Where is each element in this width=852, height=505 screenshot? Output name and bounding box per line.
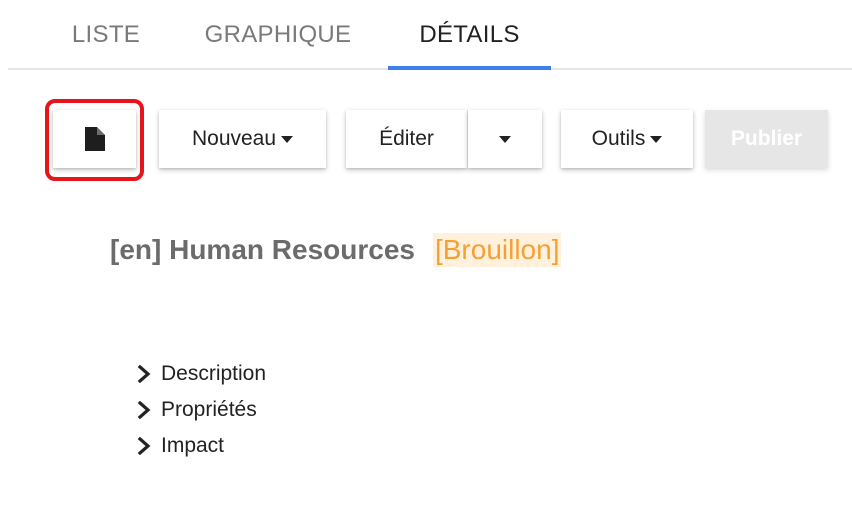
title-line: [en] Human Resources [Brouillon]	[110, 228, 562, 272]
publish-button[interactable]: Publier	[705, 110, 828, 168]
edit-dropdown-button[interactable]	[468, 110, 542, 168]
chevron-down-icon	[281, 135, 294, 143]
publish-button-label: Publier	[730, 127, 803, 150]
edit-button[interactable]: Éditer	[346, 110, 467, 168]
section-impact[interactable]: Impact	[136, 428, 266, 464]
tools-button[interactable]: Outils	[561, 110, 693, 168]
new-button[interactable]: Nouveau	[159, 110, 326, 168]
tab-details[interactable]: DÉTAILS	[388, 0, 551, 70]
tab-liste[interactable]: LISTE	[70, 0, 142, 70]
tab-graphique[interactable]: GRAPHIQUE	[198, 0, 358, 70]
tools-button-label: Outils	[591, 127, 646, 150]
chevron-down-icon	[499, 135, 511, 143]
active-tab-indicator	[388, 66, 551, 70]
document-button[interactable]	[53, 110, 136, 168]
document-icon	[84, 127, 105, 151]
section-label: Description	[161, 362, 267, 385]
status-badge: [Brouillon]	[432, 233, 562, 267]
section-list: Description Propriétés Impact	[136, 356, 266, 464]
tab-bar: LISTE GRAPHIQUE DÉTAILS	[8, 0, 852, 70]
chevron-right-icon	[137, 401, 151, 419]
new-button-label: Nouveau	[191, 127, 277, 150]
section-label: Propriétés	[161, 398, 257, 421]
chevron-right-icon	[137, 437, 151, 455]
page-title: [en] Human Resources	[110, 234, 415, 265]
section-description[interactable]: Description	[136, 356, 266, 392]
edit-button-label: Éditer	[379, 127, 434, 150]
chevron-right-icon	[137, 365, 151, 383]
section-label: Impact	[161, 434, 225, 457]
chevron-down-icon	[650, 135, 663, 143]
section-proprietes[interactable]: Propriétés	[136, 392, 266, 428]
